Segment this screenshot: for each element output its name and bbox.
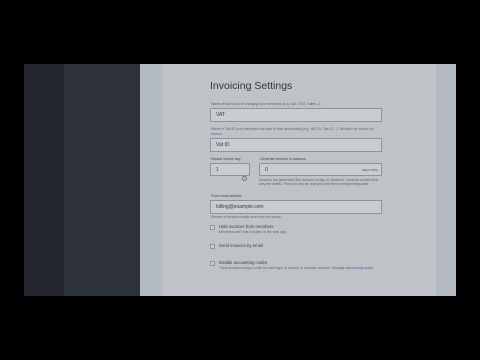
from-email-label: From email address — [211, 194, 242, 198]
accounting-codes-link[interactable]: accounting codes — [346, 266, 373, 270]
from-email-help: Sender of invoice emails sent from the s… — [211, 215, 282, 219]
stepper-spinner-icon[interactable] — [242, 176, 247, 181]
from-email-input[interactable]: billing@example.com — [210, 200, 382, 214]
send-email-label[interactable]: Send invoices by email — [219, 243, 263, 248]
generate-advance-value: 0 — [265, 167, 268, 173]
tax-id-input[interactable]: Vat ID — [210, 138, 382, 152]
default-invoice-day-input[interactable]: 1 — [210, 163, 250, 176]
primary-nav — [24, 64, 64, 296]
accounting-codes-checkbox[interactable] — [210, 261, 215, 266]
hide-invoices-checkbox[interactable] — [210, 225, 215, 230]
generate-advance-label: Generate invoices in advance — [260, 157, 307, 161]
accounting-codes-label[interactable]: Enable accounting codes — [219, 260, 267, 265]
generate-advance-input[interactable]: 0 days early — [259, 163, 382, 176]
generate-advance-help: Invoices are generated this amount of da… — [259, 178, 379, 187]
hide-invoices-help: Members can't see invoices in the web ap… — [219, 230, 287, 234]
hide-invoices-label[interactable]: Hide invoices from members — [219, 224, 273, 229]
tax-id-help: Name of Tax ID your members can add to t… — [211, 127, 374, 136]
secondary-nav — [64, 64, 140, 296]
send-email-checkbox[interactable] — [210, 244, 215, 249]
accounting-codes-help: Track invoices using a code for each typ… — [219, 266, 381, 270]
app-screen: Invoicing Settings Name of taxes you're … — [24, 64, 456, 296]
accounting-codes-help-text: Track invoices using a code for each typ… — [219, 266, 345, 270]
tax-name-help: Name of taxes you're charging your membe… — [211, 102, 322, 106]
tax-name-input[interactable]: VAT — [210, 108, 382, 122]
generate-advance-suffix: days early — [362, 168, 378, 172]
default-invoice-day-label: Default invoice day — [211, 157, 241, 161]
page-title: Invoicing Settings — [210, 80, 293, 92]
